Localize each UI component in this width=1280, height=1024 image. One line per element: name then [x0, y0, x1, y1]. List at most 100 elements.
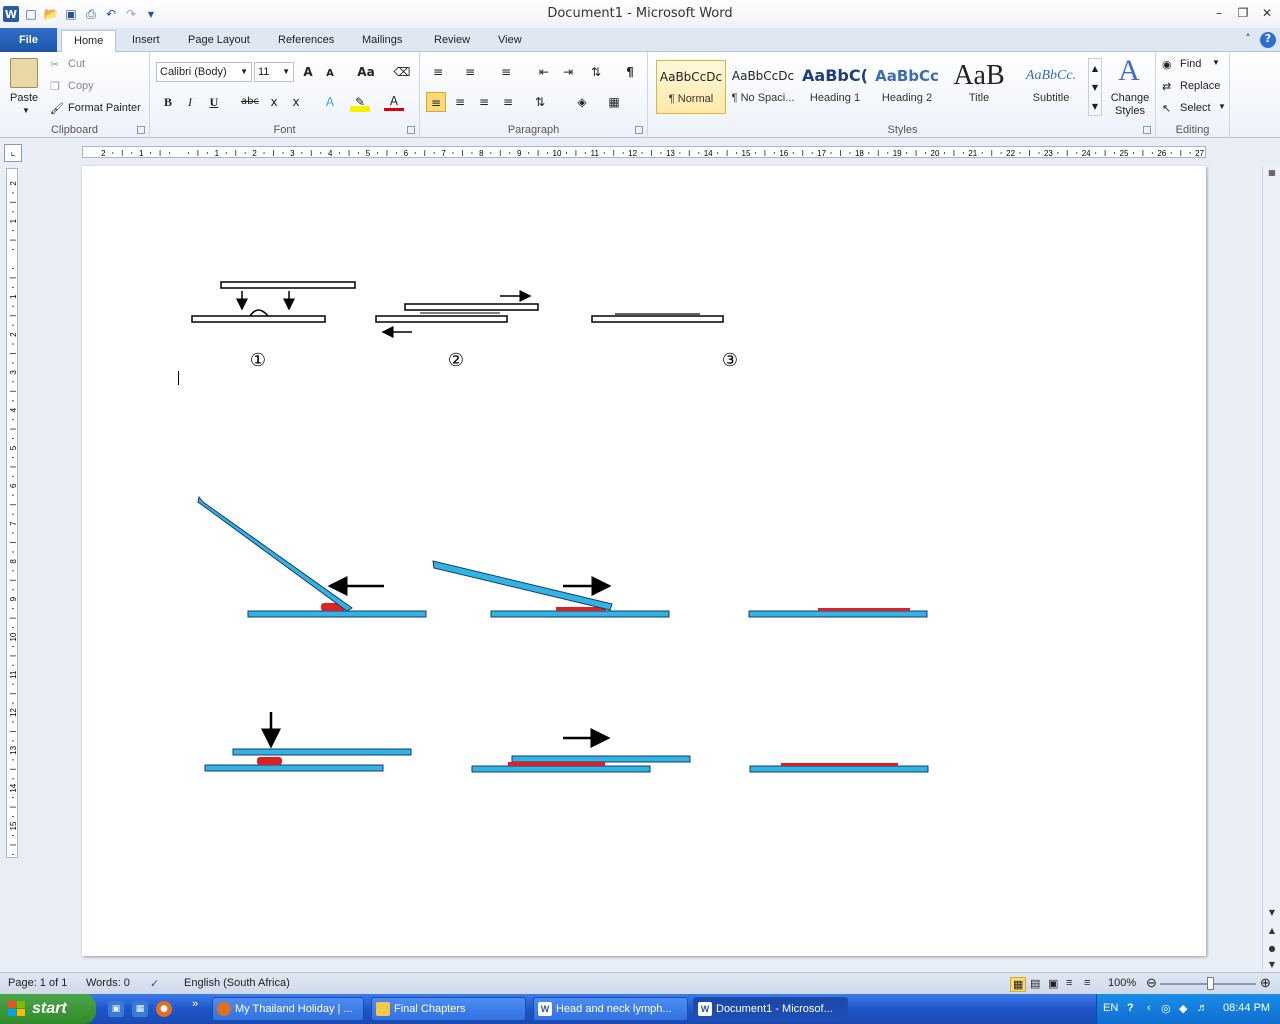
- strikethrough-button[interactable]: abc: [238, 92, 262, 112]
- font-name-combo[interactable]: Calibri (Body) ▼: [156, 62, 252, 82]
- style-normal[interactable]: AaBbCcDc ¶ Normal: [656, 60, 726, 114]
- draft-icon[interactable]: ≡: [1084, 977, 1090, 989]
- word-count[interactable]: Words: 0: [86, 977, 130, 989]
- start-button[interactable]: start: [0, 994, 96, 1024]
- tab-view[interactable]: View: [486, 30, 534, 52]
- align-right-icon[interactable]: ≡: [474, 92, 494, 112]
- change-case-button[interactable]: Aa: [352, 62, 380, 82]
- task-firefox[interactable]: My Thailand Holiday | ...: [212, 997, 364, 1021]
- next-page-icon[interactable]: ▼: [1265, 958, 1279, 972]
- volume-icon[interactable]: ♬: [1197, 1002, 1208, 1014]
- style-title[interactable]: AaB Title: [944, 60, 1014, 114]
- help-tray-icon[interactable]: ?: [1127, 1002, 1134, 1014]
- increase-indent-icon[interactable]: ⇥: [558, 62, 578, 82]
- close-icon[interactable]: ✕: [1258, 6, 1276, 20]
- task-word-lymph[interactable]: W Head and neck lymph...: [533, 997, 688, 1021]
- tab-insert[interactable]: Insert: [120, 30, 172, 52]
- style-heading-1[interactable]: AaBbC( Heading 1: [800, 60, 870, 114]
- task-word-document1[interactable]: W Document1 - Microsof...: [693, 997, 848, 1021]
- decrease-indent-icon[interactable]: ⇤: [534, 62, 554, 82]
- show-desktop-icon[interactable]: ▣: [108, 1001, 124, 1017]
- bullets-icon[interactable]: ≡: [428, 62, 448, 82]
- font-size-combo[interactable]: 11 ▼: [254, 62, 294, 82]
- font-color-button[interactable]: A: [384, 92, 404, 111]
- multilevel-list-icon[interactable]: ≡: [496, 62, 516, 82]
- change-styles-button[interactable]: Change Styles: [1108, 92, 1152, 118]
- line-spacing-icon[interactable]: ⇅: [530, 92, 550, 112]
- tab-mailings[interactable]: Mailings: [350, 30, 414, 52]
- change-styles-icon[interactable]: A: [1114, 56, 1144, 86]
- previous-page-icon[interactable]: ▲: [1265, 924, 1279, 938]
- dropbox-icon[interactable]: ◆: [1179, 1002, 1187, 1015]
- language-bar[interactable]: EN: [1103, 1002, 1118, 1014]
- text-effects-icon[interactable]: A: [320, 92, 340, 112]
- sort-icon[interactable]: ⇅: [586, 62, 606, 82]
- horizontal-ruler[interactable]: 2 1 1 2 3 4 5 6 7 8 9 10 11 12 13 14 15 16 17 18 19 20 21 22 23 2…: [82, 146, 1206, 158]
- underline-button[interactable]: U: [204, 92, 224, 112]
- clear-formatting-icon[interactable]: ⌫: [392, 62, 412, 82]
- shrink-font-button[interactable]: A: [320, 64, 340, 84]
- clipboard-launcher-icon[interactable]: [137, 126, 145, 134]
- grow-font-button[interactable]: A: [298, 62, 318, 82]
- zoom-in-icon[interactable]: ⊕: [1260, 975, 1271, 991]
- tab-page-layout[interactable]: Page Layout: [176, 30, 262, 52]
- cut-button[interactable]: Cut: [68, 58, 85, 70]
- show-formatting-button[interactable]: ¶: [620, 62, 640, 82]
- subscript-button[interactable]: x: [264, 92, 284, 112]
- tab-file[interactable]: File: [0, 28, 57, 52]
- browse-object-icon[interactable]: ●: [1265, 942, 1279, 956]
- web-layout-icon[interactable]: ▣: [1048, 977, 1058, 990]
- clock[interactable]: 08:44 PM: [1223, 1002, 1270, 1014]
- replace-button[interactable]: Replace: [1180, 80, 1220, 92]
- zoom-out-icon[interactable]: ⊖: [1146, 975, 1157, 991]
- outline-icon[interactable]: ≡: [1066, 977, 1072, 989]
- highlight-icon[interactable]: ✎: [350, 92, 370, 112]
- paragraph-launcher-icon[interactable]: [635, 126, 643, 134]
- format-painter-button[interactable]: Format Painter: [68, 102, 141, 114]
- proofing-icon[interactable]: ✓: [150, 977, 159, 990]
- vertical-scrollbar[interactable]: ▦ ▼ ▲ ● ▼: [1262, 166, 1280, 970]
- font-launcher-icon[interactable]: [407, 126, 415, 134]
- minimize-icon[interactable]: –: [1210, 6, 1228, 20]
- find-button[interactable]: Find: [1180, 58, 1201, 70]
- vertical-ruler[interactable]: 2 1 1 2 3 4 5 6 7 8 9 10 11 12 13 14 15: [6, 168, 18, 858]
- zoom-level[interactable]: 100%: [1108, 977, 1136, 989]
- select-button[interactable]: Select: [1180, 102, 1211, 114]
- tab-references[interactable]: References: [266, 30, 346, 52]
- tab-selector-icon[interactable]: ⌞: [4, 144, 22, 162]
- paste-dropdown-icon[interactable]: ▼: [22, 106, 30, 115]
- network-icon[interactable]: ◎: [1161, 1002, 1171, 1015]
- full-screen-reading-icon[interactable]: ▤: [1030, 977, 1040, 990]
- paste-icon[interactable]: [10, 58, 38, 88]
- firefox-quick-icon[interactable]: ●: [156, 1001, 172, 1017]
- style-heading-2[interactable]: AaBbCc Heading 2: [872, 60, 942, 114]
- help-icon[interactable]: ?: [1260, 32, 1276, 48]
- style-no-spacing[interactable]: AaBbCcDc ¶ No Spaci...: [728, 60, 798, 114]
- paste-button[interactable]: Paste: [10, 92, 38, 104]
- task-folder[interactable]: Final Chapters: [371, 997, 526, 1021]
- superscript-button[interactable]: x: [286, 92, 306, 112]
- align-center-icon[interactable]: ≡: [450, 92, 470, 112]
- restore-icon[interactable]: ❐: [1234, 6, 1252, 20]
- bold-button[interactable]: B: [158, 92, 178, 112]
- shading-icon[interactable]: ◈: [572, 92, 592, 112]
- scroll-down-icon[interactable]: ▼: [1265, 906, 1279, 920]
- view-ruler-icon[interactable]: ▦: [1265, 166, 1279, 180]
- minimize-ribbon-icon[interactable]: ˄: [1240, 32, 1256, 48]
- zoom-slider-thumb[interactable]: [1207, 977, 1214, 990]
- style-subtitle[interactable]: AaBbCc. Subtitle: [1016, 60, 1086, 114]
- language-indicator[interactable]: English (South Africa): [184, 977, 290, 989]
- print-layout-icon[interactable]: ▦: [1010, 977, 1027, 992]
- page-count[interactable]: Page: 1 of 1: [8, 977, 67, 989]
- styles-launcher-icon[interactable]: [1143, 126, 1151, 134]
- styles-scroll[interactable]: ▲ ▼ ▼: [1088, 58, 1102, 116]
- quick-launch-more-icon[interactable]: »: [192, 998, 198, 1010]
- borders-icon[interactable]: ▦: [604, 92, 624, 112]
- tab-review[interactable]: Review: [422, 30, 482, 52]
- italic-button[interactable]: I: [180, 92, 200, 112]
- justify-icon[interactable]: ≡: [498, 92, 518, 112]
- tab-home[interactable]: Home: [61, 30, 117, 53]
- align-left-icon[interactable]: ≡: [426, 92, 446, 112]
- tray-chevron-icon[interactable]: ‹: [1147, 1002, 1151, 1014]
- document-page[interactable]: ① ② ③: [82, 166, 1206, 956]
